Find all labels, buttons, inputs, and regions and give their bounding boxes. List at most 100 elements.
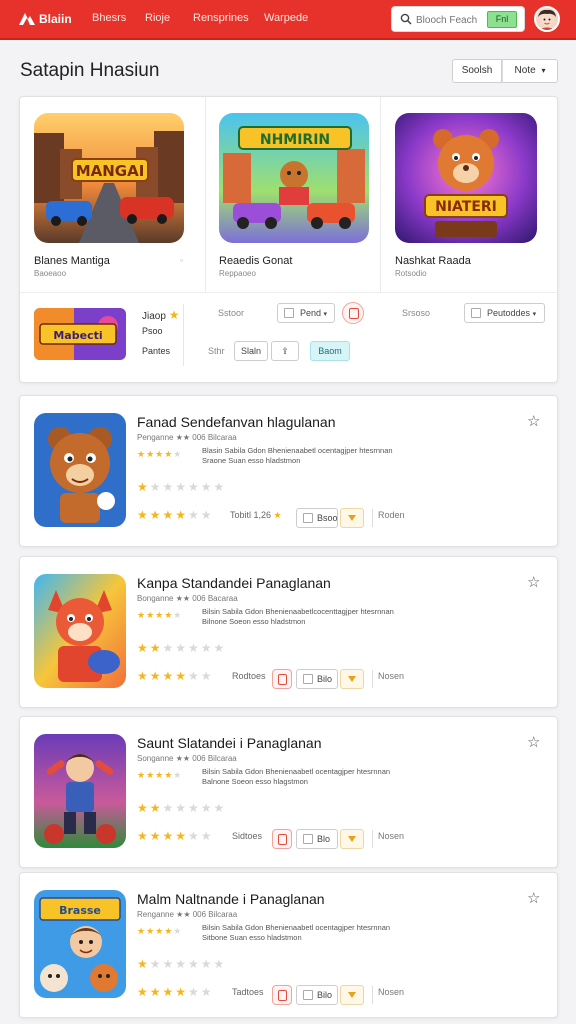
pending-dropdown[interactable]: Pend ▾ <box>277 303 335 323</box>
page-title: Satapin Hnasiun <box>20 60 160 81</box>
nav-item-4[interactable]: Warpede <box>264 12 308 24</box>
rating-stars-tertiary: ★★★★★★ <box>137 829 214 843</box>
search-input[interactable] <box>416 11 480 29</box>
share-button[interactable]: ⇪ <box>271 341 299 361</box>
item-action[interactable]: Nosen <box>378 671 404 681</box>
download-button[interactable] <box>340 669 364 689</box>
item-button[interactable]: Blo <box>296 829 338 849</box>
favorite-star-icon[interactable]: ☆ <box>527 573 540 591</box>
racing-game-thumbnail: MANGAI <box>34 113 184 243</box>
doc-icon <box>471 308 481 318</box>
item-button-label: Blo <box>317 834 331 844</box>
bear-character-icon <box>34 413 126 527</box>
search-icon <box>400 13 412 25</box>
nav-item-1[interactable]: Bhesrs <box>92 12 126 24</box>
favorite-star-icon[interactable]: ☆ <box>527 733 540 751</box>
avatar-face-icon <box>536 8 558 30</box>
slate-button[interactable]: Slaln <box>234 341 268 361</box>
featured-subtitle: Reppaoeo <box>219 269 256 278</box>
item-action[interactable]: Nosen <box>378 987 404 997</box>
feature-dropdown[interactable]: Peutoddes ▾ <box>464 303 545 323</box>
mini-label-2: Psoo <box>142 326 163 336</box>
featured-card-3[interactable]: NIATERI Nashkat Raada Rotsodio <box>381 97 559 292</box>
rating-stars: ★★★★★ <box>137 449 183 459</box>
item-meta: Bonganne ★★ 006 Bacaraa <box>137 594 238 603</box>
item-button-label: Bsoo <box>317 513 338 523</box>
bookmark-button[interactable] <box>272 669 292 689</box>
bookmark-button[interactable] <box>272 829 292 849</box>
mini-label-1: Jiaop ★ <box>142 308 179 322</box>
item-button[interactable]: Bsoo <box>296 508 338 528</box>
item-count: Rodtoes <box>232 671 266 681</box>
dot-icon: ▫ <box>180 255 184 265</box>
download-button[interactable] <box>340 829 364 849</box>
chevron-down-icon: ▾ <box>323 311 328 318</box>
item-description: Bilsin Sabila Gdon Bhenienaabetlcocentta… <box>202 607 432 627</box>
nav-item-3[interactable]: Rensprines <box>193 12 249 24</box>
sort-label: Note <box>514 65 536 76</box>
list-item[interactable]: Fanad Sendefanvan hlagulanan Penganne ★★… <box>19 395 558 547</box>
filter-button[interactable]: Soolsh <box>452 59 502 83</box>
favorite-star-icon[interactable]: ☆ <box>527 412 540 430</box>
doc-icon <box>303 990 313 1000</box>
mini-label-3: Pantes <box>142 346 171 356</box>
featured-subtitle: Rotsodio <box>395 269 427 278</box>
description-line-2: Sraone Suan esso hladstmon <box>202 456 301 465</box>
featured-panel: MANGAI Blanes Mantiga Baoeaoo ▫ NHMIRIN … <box>19 96 559 383</box>
search-button[interactable]: Fnl <box>487 11 517 28</box>
user-avatar[interactable] <box>534 6 560 32</box>
item-title: Fanad Sendefanvan hlagulanan <box>137 414 336 430</box>
bookmark-button[interactable] <box>342 302 364 324</box>
item-button-label: Bilo <box>317 674 333 684</box>
description-line-1: Bilsin Sabila Gdon Bhenienaabetl ocentag… <box>202 923 391 932</box>
item-button[interactable]: Bilo <box>296 669 338 689</box>
bookmark-button[interactable] <box>272 985 292 1005</box>
item-meta: Songanne ★★ 006 Bilcaraa <box>137 754 237 763</box>
list-item[interactable]: Kanpa Standandei Panaglanan Bonganne ★★ … <box>19 556 558 708</box>
item-button[interactable]: Bilo <box>296 985 338 1005</box>
brand-mark-icon <box>19 13 35 25</box>
kart-game-thumbnail: NHMIRIN <box>219 113 369 243</box>
item-title: Kanpa Standandei Panaglanan <box>137 575 331 591</box>
rating-stars: ★★★★★ <box>137 770 183 780</box>
svg-text:Brasse: Brasse <box>59 904 101 917</box>
thumbnail-text: NHMIRIN <box>260 132 330 148</box>
rating-stars: ★★★★★ <box>137 610 183 620</box>
mini-game-thumbnail[interactable]: Mabecti <box>34 308 126 360</box>
control-label-c: Sthr <box>208 346 225 356</box>
item-count: Sidtoes <box>232 831 263 841</box>
rating-stars-tertiary: ★★★★★★ <box>137 985 214 999</box>
doc-icon <box>284 308 294 318</box>
favorite-star-icon[interactable]: ☆ <box>527 889 540 907</box>
item-action[interactable]: Roden <box>378 510 405 520</box>
download-button[interactable] <box>340 985 364 1005</box>
list-item[interactable]: Saunt Slatandei i Panaglanan Songanne ★★… <box>19 716 558 868</box>
download-button[interactable] <box>340 508 364 528</box>
item-title: Saunt Slatandei i Panaglanan <box>137 735 322 751</box>
featured-title: Nashkat Raada <box>395 255 471 267</box>
doc-icon <box>303 674 313 684</box>
brand-logo[interactable]: Blaiin <box>18 9 76 31</box>
rating-stars-secondary: ★★★★★★★ <box>137 801 227 815</box>
featured-card-1[interactable]: MANGAI Blanes Mantiga Baoeaoo ▫ <box>20 97 206 292</box>
item-title: Malm Naltnande i Panaglanan <box>137 891 325 907</box>
separator <box>372 509 373 527</box>
featured-title: Blanes Mantiga <box>34 255 110 267</box>
item-description: Bilsin Sabila Gdon Bhenienaabetl ocentag… <box>202 767 432 787</box>
featured-card-2[interactable]: NHMIRIN Reaedis Gonat Reppaoeo <box>206 97 381 292</box>
description-line-2: Balnone Soeon esso hlagstmon <box>202 777 308 786</box>
sort-dropdown[interactable]: Note ▾ <box>502 59 558 83</box>
featured-subtitle: Baoeaoo <box>34 269 67 278</box>
nav-item-2[interactable]: Rioje <box>145 12 170 24</box>
chevron-down-icon: ▾ <box>541 66 546 75</box>
beam-chip[interactable]: Baom <box>310 341 350 361</box>
thumbnail-text: Mabecti <box>53 329 102 342</box>
item-action[interactable]: Nosen <box>378 831 404 841</box>
list-item[interactable]: Brasse Malm Naltnande i Panaglanan Renga… <box>19 872 558 1018</box>
brand-name: Blaiin <box>39 12 72 26</box>
chevron-down-icon: ▾ <box>532 311 537 318</box>
rating-stars-secondary: ★★★★★★★ <box>137 480 227 494</box>
search-box: Fnl <box>391 6 525 32</box>
description-line-1: Bilsin Sabila Gdon Bhenienaabetl ocentag… <box>202 767 391 776</box>
item-meta: Penganne ★★ 006 Bilcaraa <box>137 433 237 442</box>
